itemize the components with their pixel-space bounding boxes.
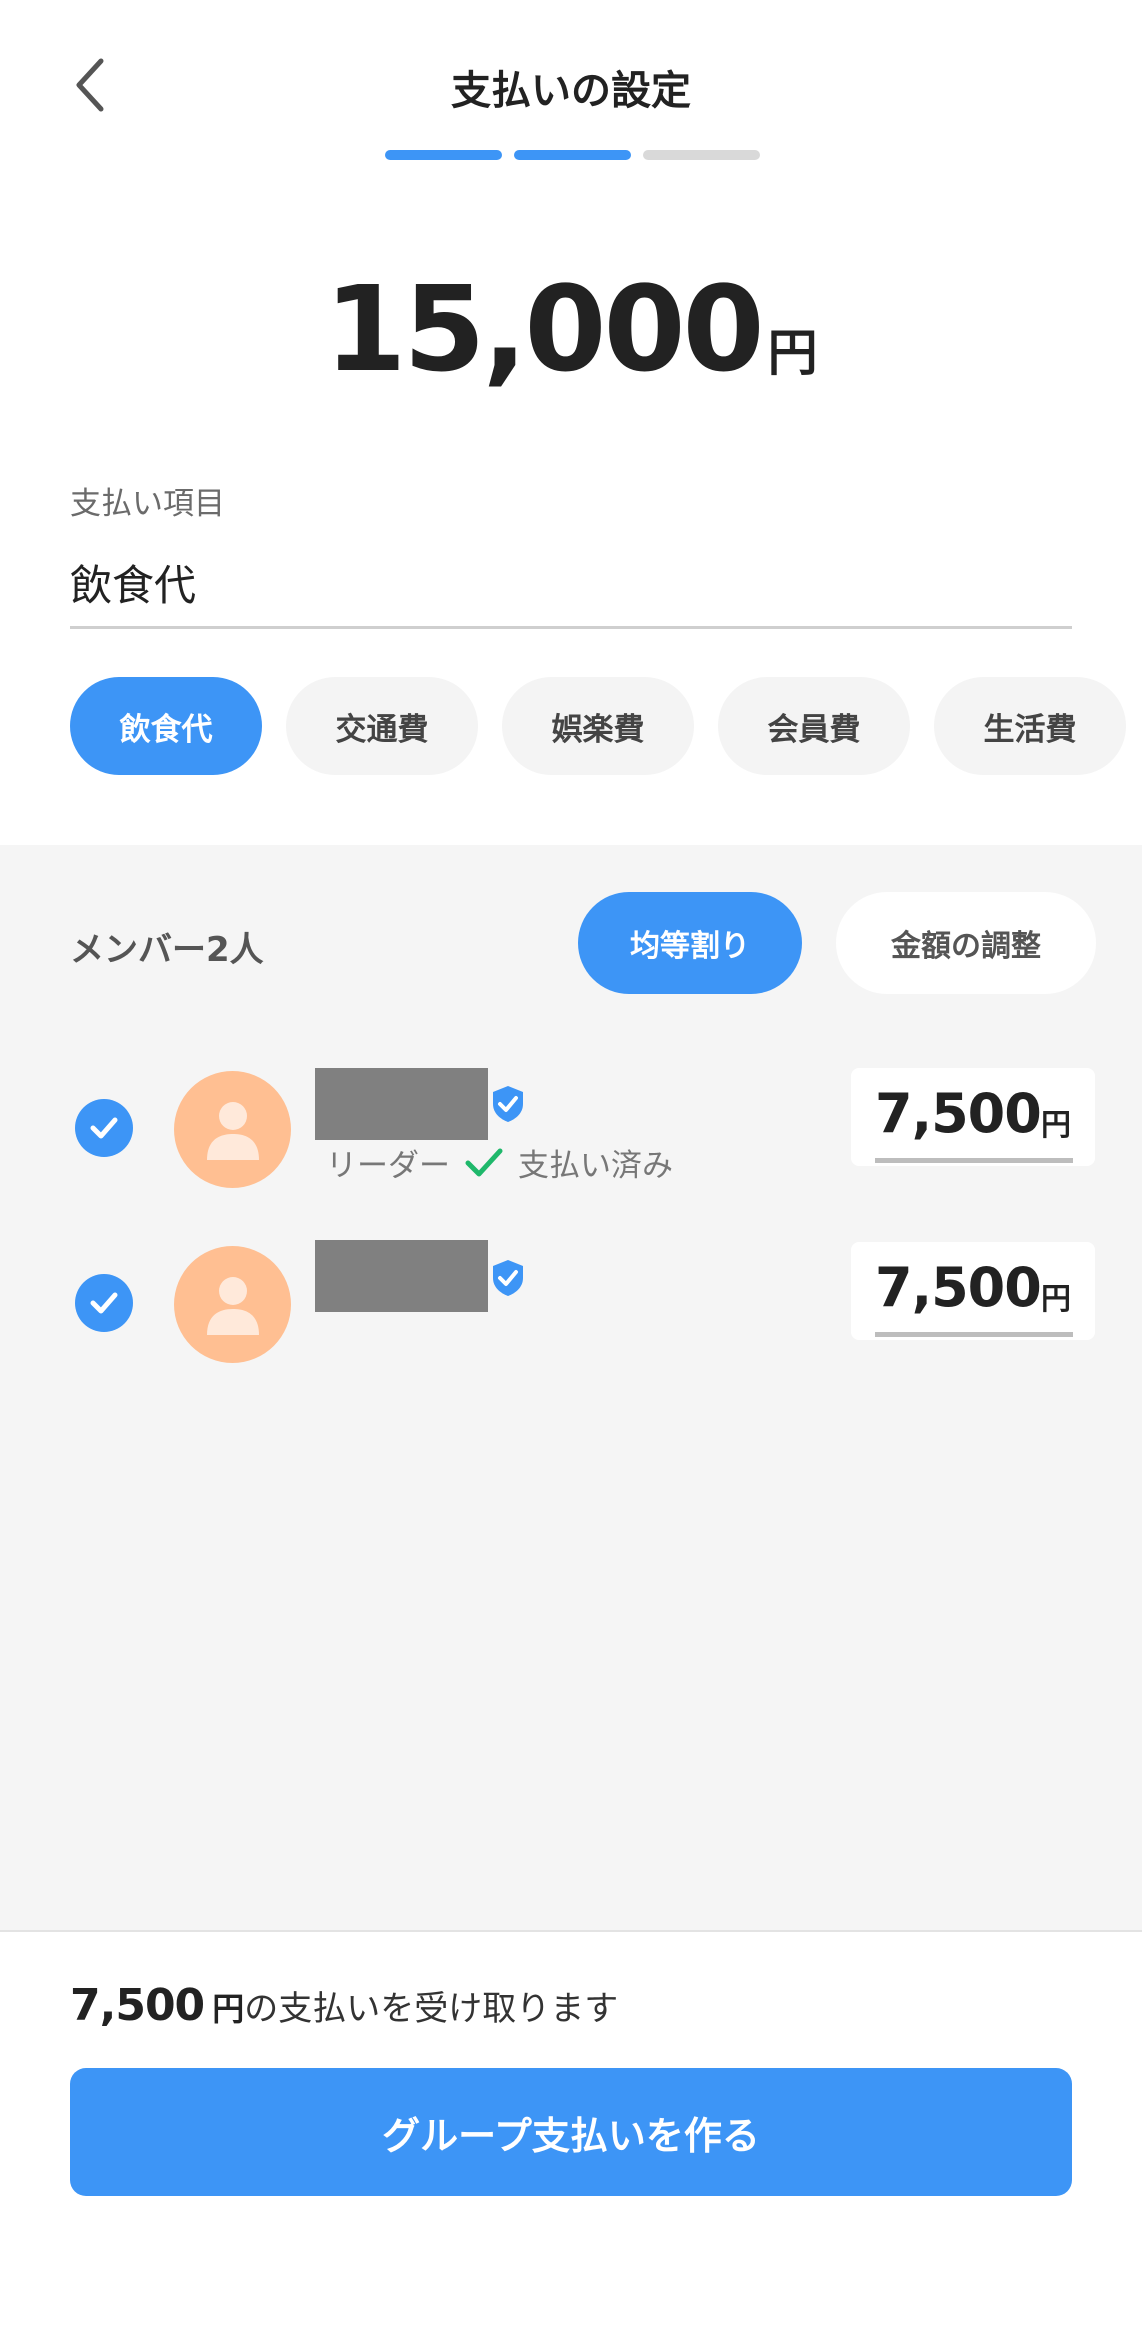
member-amount-input[interactable]: 7,500 円 bbox=[851, 1068, 1095, 1166]
member-name bbox=[315, 1240, 488, 1312]
receive-text: の支払いを受け取ります bbox=[244, 1989, 619, 2029]
category-chip-living[interactable]: 生活費 bbox=[934, 677, 1126, 775]
member-paid-status: 支払い済み bbox=[518, 1148, 673, 1184]
step-indicator-3 bbox=[643, 150, 760, 160]
member-checkbox[interactable] bbox=[75, 1274, 133, 1332]
step-indicator-1 bbox=[385, 150, 502, 160]
avatar bbox=[174, 1246, 291, 1363]
user-avatar-icon bbox=[206, 1101, 259, 1160]
total-amount-unit: 円 bbox=[767, 324, 818, 382]
member-name bbox=[315, 1068, 488, 1140]
total-amount[interactable]: 15,000 円 bbox=[0, 260, 1142, 398]
receive-summary: 7,500 円 の支払いを受け取ります bbox=[70, 1980, 618, 2031]
step-indicator-2 bbox=[514, 150, 631, 160]
verified-shield-icon bbox=[490, 1258, 526, 1302]
checkbox-checked-icon bbox=[90, 1117, 118, 1139]
category-chip-membership[interactable]: 会員費 bbox=[718, 677, 910, 775]
member-amount-unit: 円 bbox=[1041, 1108, 1071, 1143]
member-role: リーダー bbox=[326, 1148, 450, 1184]
category-chip-transport[interactable]: 交通費 bbox=[286, 677, 478, 775]
checkbox-checked-icon bbox=[90, 1292, 118, 1314]
paid-check-icon bbox=[465, 1148, 503, 1176]
member-checkbox[interactable] bbox=[75, 1099, 133, 1157]
item-field-underline bbox=[70, 626, 1072, 629]
member-amount-input[interactable]: 7,500 円 bbox=[851, 1242, 1095, 1340]
user-avatar-icon bbox=[206, 1276, 259, 1335]
adjust-amount-button[interactable]: 金額の調整 bbox=[836, 892, 1096, 994]
member-amount-value: 7,500 bbox=[875, 1082, 1042, 1145]
member-amount-underline bbox=[875, 1332, 1073, 1337]
create-group-payment-button[interactable]: グループ支払いを作る bbox=[70, 2068, 1072, 2196]
item-field-input[interactable]: 飲食代 bbox=[70, 552, 196, 613]
category-chip-entertainment[interactable]: 娯楽費 bbox=[502, 677, 694, 775]
members-section bbox=[0, 845, 1142, 1930]
receive-amount: 7,500 bbox=[70, 1980, 205, 2031]
step-progress bbox=[385, 150, 760, 160]
page-title: 支払いの設定 bbox=[451, 68, 691, 114]
category-chips: 飲食代 交通費 娯楽費 会員費 生活費 bbox=[70, 677, 1126, 775]
verified-shield-icon bbox=[490, 1084, 526, 1128]
footer-divider bbox=[0, 1930, 1142, 1932]
member-amount-unit: 円 bbox=[1041, 1282, 1071, 1317]
member-amount-underline bbox=[875, 1158, 1073, 1163]
members-count-title: メンバー2人 bbox=[70, 930, 264, 970]
total-amount-value: 15,000 bbox=[324, 260, 764, 398]
avatar bbox=[174, 1071, 291, 1188]
item-field-label: 支払い項目 bbox=[70, 486, 225, 522]
category-chip-food[interactable]: 飲食代 bbox=[70, 677, 262, 775]
member-amount-value: 7,500 bbox=[875, 1256, 1042, 1319]
member-role-line: リーダー 支払い済み bbox=[326, 1140, 673, 1185]
split-equal-button[interactable]: 均等割り bbox=[578, 892, 802, 994]
receive-unit: 円 bbox=[212, 1990, 245, 2028]
